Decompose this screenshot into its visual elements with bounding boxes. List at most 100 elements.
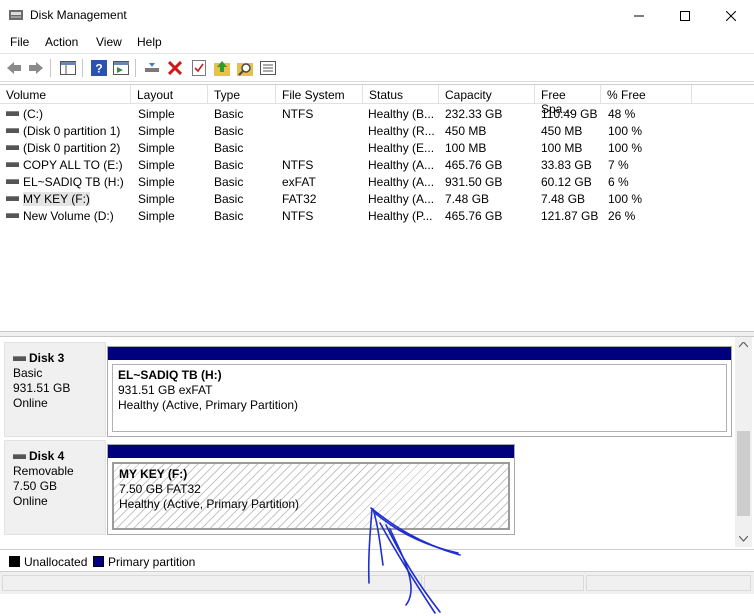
- scroll-up-icon[interactable]: [739, 342, 748, 348]
- column-header-type[interactable]: Type: [208, 85, 276, 104]
- status-segment: [424, 575, 584, 591]
- settings-button[interactable]: [259, 59, 277, 77]
- cell-file-system: exFAT: [282, 175, 316, 189]
- check-button[interactable]: [190, 59, 208, 77]
- volume-drive-icon: [6, 213, 19, 218]
- menu-action[interactable]: Action: [45, 35, 78, 49]
- menu-view[interactable]: View: [96, 35, 122, 49]
- cell-file-system: FAT32: [282, 192, 317, 206]
- status-segment: [2, 575, 422, 591]
- properties-button[interactable]: [112, 59, 130, 77]
- column-header-layout[interactable]: Layout: [131, 85, 208, 104]
- column-header-percent-free[interactable]: % Free: [601, 85, 692, 104]
- cell-type: Basic: [214, 175, 244, 189]
- cell-type: Basic: [214, 107, 244, 121]
- cell-type: Basic: [214, 124, 244, 138]
- table-row[interactable]: MY KEY (F:) Simple Basic FAT32 Healthy (A...…: [0, 190, 754, 207]
- cell-free-space: 110.49 GB: [541, 107, 598, 121]
- cell-status: Healthy (E...: [368, 141, 435, 155]
- scroll-down-icon[interactable]: [739, 536, 748, 542]
- cell-volume: MY KEY (F:): [23, 192, 90, 206]
- legend-swatch-primary: [93, 556, 104, 567]
- help-button[interactable]: ?: [90, 59, 108, 77]
- disk-3-partition-status: Healthy (Active, Primary Partition): [118, 398, 299, 412]
- disk-4-info[interactable]: Disk 4 Removable 7.50 GB Online: [4, 440, 106, 535]
- cell-volume: (Disk 0 partition 1): [23, 124, 121, 138]
- show-hide-tree-button[interactable]: [59, 59, 77, 77]
- cell-volume: (C:): [23, 107, 43, 121]
- status-segment: [586, 575, 751, 591]
- back-button[interactable]: [5, 59, 23, 77]
- cell-percent-free: 6 %: [608, 175, 629, 189]
- cell-status: Healthy (P...: [368, 209, 433, 223]
- connect-icon: [145, 63, 159, 72]
- cell-free-space: 450 MB: [541, 124, 583, 138]
- primary-partition-bar: [108, 445, 514, 458]
- cell-file-system: NTFS: [282, 209, 314, 223]
- cell-volume: COPY ALL TO (E:): [23, 158, 123, 172]
- cell-volume: New Volume (D:): [23, 209, 114, 223]
- cell-percent-free: 100 %: [608, 192, 643, 206]
- delete-icon: [168, 61, 182, 75]
- disk-3-info[interactable]: Disk 3 Basic 931.51 GB Online: [4, 342, 106, 437]
- table-row[interactable]: (C:) Simple Basic NTFS Healthy (B... 232.33 G…: [0, 105, 754, 122]
- maximize-button[interactable]: [662, 0, 708, 31]
- disk-3-type: Basic: [13, 366, 43, 380]
- table-row[interactable]: (Disk 0 partition 1) Simple Basic Healthy (…: [0, 122, 754, 139]
- cell-type: Basic: [214, 209, 244, 223]
- delete-button[interactable]: [166, 59, 184, 77]
- cell-percent-free: 48 %: [608, 107, 636, 121]
- table-row[interactable]: COPY ALL TO (E:) Simple Basic NTFS Healthy (…: [0, 156, 754, 173]
- cell-layout: Simple: [138, 192, 175, 206]
- cell-free-space: 7.48 GB: [541, 192, 586, 206]
- disk-3-status: Online: [13, 396, 48, 410]
- disk-3-name: Disk 3: [29, 351, 65, 365]
- column-header-capacity[interactable]: Capacity: [439, 85, 535, 104]
- up-button[interactable]: [213, 59, 231, 77]
- disk-3-partition-details[interactable]: EL~SADIQ TB (H:) 931.51 GB exFAT Healthy…: [112, 364, 727, 432]
- menu-help[interactable]: Help: [137, 35, 162, 49]
- cell-status: Healthy (A...: [368, 192, 435, 206]
- toolbar: ?: [0, 53, 754, 82]
- search-button[interactable]: [236, 59, 254, 77]
- disk-4-partition[interactable]: MY KEY (F:) 7.50 GB FAT32 Healthy (Activ…: [107, 444, 515, 535]
- toolbar-separator: [82, 59, 83, 77]
- cell-free-space: 121.87 GB: [541, 209, 599, 223]
- column-header-volume[interactable]: Volume: [0, 85, 131, 104]
- disk-4-partition-details[interactable]: MY KEY (F:) 7.50 GB FAT32 Healthy (Activ…: [112, 462, 510, 530]
- forward-icon: [29, 62, 43, 74]
- table-row[interactable]: (Disk 0 partition 2) Simple Basic Healthy (…: [0, 139, 754, 156]
- toolbar-separator: [50, 59, 51, 77]
- scroll-thumb[interactable]: [737, 431, 750, 516]
- volume-drive-icon: [6, 111, 19, 116]
- search-icon: [237, 63, 253, 76]
- table-row[interactable]: New Volume (D:) Simple Basic NTFS Healthy (P…: [0, 207, 754, 224]
- close-button[interactable]: [708, 0, 754, 31]
- disk-3-partition-size: 931.51 GB exFAT: [118, 383, 213, 397]
- cell-type: Basic: [214, 158, 244, 172]
- disk-map: Disk 3 Basic 931.51 GB Online EL~SADIQ T…: [0, 337, 735, 547]
- disk-drive-icon: [13, 356, 26, 361]
- disk-4-partition-size: 7.50 GB FAT32: [119, 482, 201, 496]
- volume-drive-icon: [6, 179, 19, 184]
- minimize-button[interactable]: [616, 0, 662, 31]
- menu-file[interactable]: File: [10, 35, 29, 49]
- column-header-status[interactable]: Status: [363, 85, 439, 104]
- cell-capacity: 465.76 GB: [445, 209, 503, 223]
- legend-label-primary: Primary partition: [108, 555, 196, 569]
- legend-swatch-unallocated: [9, 556, 20, 567]
- disk-4-partition-status: Healthy (Active, Primary Partition): [119, 497, 300, 511]
- maximize-icon: [680, 10, 690, 21]
- connect-button[interactable]: [143, 59, 161, 77]
- cell-percent-free: 100 %: [608, 124, 643, 138]
- column-header-free-space[interactable]: Free Spa...: [535, 85, 601, 116]
- help-icon: ?: [91, 60, 107, 76]
- disk-3-partition[interactable]: EL~SADIQ TB (H:) 931.51 GB exFAT Healthy…: [107, 346, 732, 437]
- back-icon: [7, 62, 21, 74]
- column-header-file-system[interactable]: File System: [276, 85, 363, 104]
- disk-map-scrollbar[interactable]: [735, 337, 752, 547]
- cell-capacity: 931.50 GB: [445, 175, 503, 189]
- forward-button[interactable]: [27, 59, 45, 77]
- table-row[interactable]: EL~SADIQ TB (H:) Simple Basic exFAT Healthy …: [0, 173, 754, 190]
- cell-layout: Simple: [138, 158, 175, 172]
